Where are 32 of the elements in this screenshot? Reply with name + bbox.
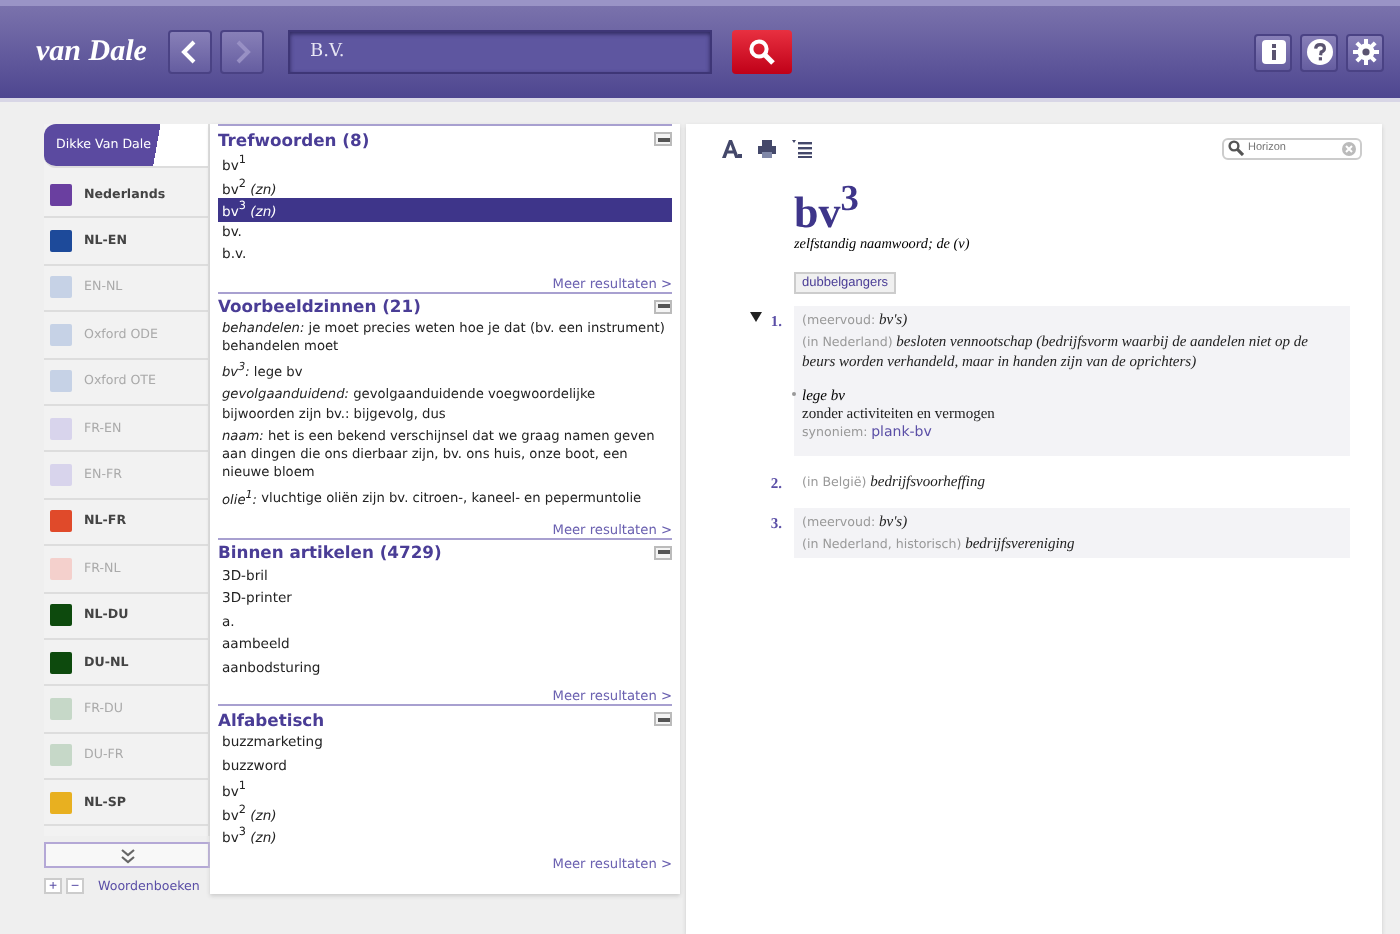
- headword: bv$^{3}$: [794, 176, 861, 235]
- settings-icon: [1351, 38, 1379, 66]
- section-title: Alfabetisch: [218, 709, 325, 730]
- search-icon: [748, 38, 776, 66]
- minus-icon: [657, 137, 669, 141]
- help-icon: [1305, 38, 1333, 66]
- collapse-button[interactable]: [654, 299, 672, 313]
- info-icon: [1259, 38, 1287, 66]
- outline-icon[interactable]: [792, 139, 812, 157]
- chevron-left-icon: [180, 40, 200, 64]
- collapse-button[interactable]: [654, 132, 672, 146]
- section-title: Voorbeeldzinnen (21): [218, 296, 421, 316]
- minus-icon: [657, 304, 669, 308]
- back-button[interactable]: [168, 30, 212, 74]
- expanded-triangle-icon[interactable]: [750, 312, 763, 323]
- info-button[interactable]: [1254, 33, 1292, 71]
- print-icon[interactable]: [758, 139, 776, 157]
- section-title: Binnen artikelen (4729): [218, 542, 442, 563]
- search-button[interactable]: [732, 30, 792, 74]
- double-chevron-down-icon: [119, 847, 135, 863]
- search-icon: [1228, 140, 1244, 156]
- font-size-icon[interactable]: [722, 139, 742, 157]
- settings-button[interactable]: [1346, 33, 1384, 71]
- chevron-right-icon: [232, 40, 252, 64]
- search-field[interactable]: B.V.: [288, 30, 712, 74]
- help-button[interactable]: [1300, 33, 1338, 71]
- collapse-button[interactable]: [654, 545, 672, 560]
- section-title: Trefwoorden (8): [218, 129, 370, 149]
- minus-icon: [657, 550, 669, 555]
- collapse-button[interactable]: [654, 712, 672, 727]
- minus-icon: [657, 717, 669, 722]
- logo: van Dale: [36, 35, 149, 69]
